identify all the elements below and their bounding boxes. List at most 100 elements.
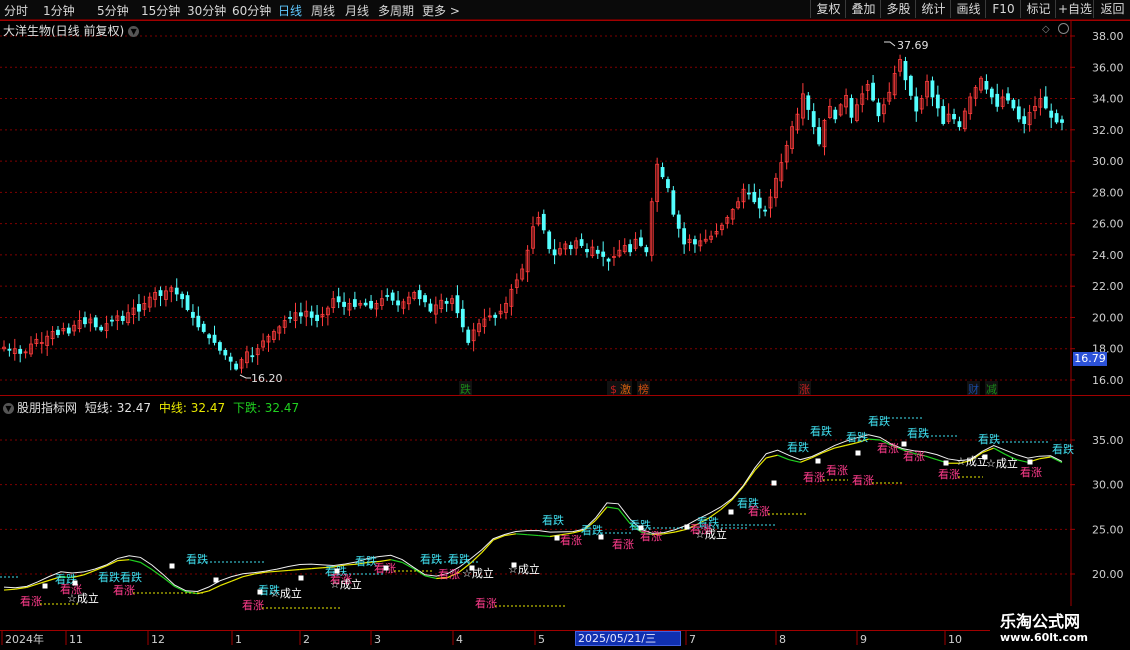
candle-body [601, 251, 606, 257]
candle-body [250, 355, 255, 358]
candle-body [212, 334, 217, 343]
signal-square [815, 458, 821, 464]
bullish-signal-label: 看涨 [242, 598, 264, 612]
date-tick-label: 3 [374, 633, 381, 646]
candle-body [158, 290, 163, 296]
bullish-signal-label: 看涨 [826, 463, 848, 477]
event-marker-label: 减 [986, 383, 997, 396]
bearish-signal-label: 看跌 [907, 426, 929, 440]
price-tick-label: 22.00 [1092, 280, 1124, 293]
signal-square [855, 450, 861, 456]
candle-body [455, 295, 460, 314]
chevron-down-icon[interactable]: ▼ [128, 26, 140, 37]
candle-body [120, 315, 125, 321]
candle-body [228, 356, 233, 362]
stock-title[interactable]: 大洋生物(日线 前复权) ▼ [3, 22, 140, 39]
event-marker-label: 跌 [460, 382, 471, 396]
event-marker-label: 榜 [638, 382, 649, 396]
candle-body [930, 80, 935, 98]
price-tick-label: 24.00 [1092, 249, 1124, 262]
chevron-down-icon[interactable]: ▼ [3, 403, 14, 414]
candle-body [752, 191, 757, 203]
candle-body [747, 192, 751, 195]
candle-body [369, 300, 373, 309]
bullish-signal-label: 看涨 [640, 529, 662, 543]
candle-body [1054, 113, 1059, 123]
bearish-signal-label: 看跌 [978, 432, 1000, 446]
date-tick-label: 10 [948, 633, 962, 646]
indicator-mid-segment [197, 590, 209, 595]
candle-body [196, 315, 201, 328]
signal-square [298, 575, 304, 581]
price-tick-label: 16.00 [1092, 374, 1124, 387]
indicator-mid-segment [925, 455, 938, 461]
indicator-mid-segment [413, 568, 426, 577]
indicator-mid-segment [527, 534, 539, 537]
event-markers: 跌 $ 激榜 涨 财减 [459, 381, 998, 396]
candle-body [693, 239, 697, 245]
candle-body [428, 303, 433, 312]
candle-body [876, 102, 881, 117]
candle-body [66, 327, 71, 334]
bullish-signal-label: 看涨 [1020, 465, 1042, 479]
indicator-mid-segment [788, 459, 801, 463]
candle-body [595, 249, 600, 254]
candle-body [185, 295, 190, 311]
bullish-signal-label: 看涨 [113, 583, 135, 597]
indicator-mid-segment [162, 577, 176, 587]
candle-body [56, 329, 60, 336]
signal-square [684, 524, 690, 530]
candlestick-series [2, 54, 1064, 374]
candle-body [207, 334, 212, 339]
candle-body [201, 323, 206, 332]
date-tick-label: 4 [456, 633, 463, 646]
stock-title-text: 大洋生物(日线 前复权) [3, 24, 125, 38]
signal-square [213, 577, 219, 583]
indicator-mid-segment [481, 539, 494, 553]
candle-body [806, 95, 811, 110]
candle-body [336, 296, 341, 303]
candle-body [568, 245, 573, 250]
diamond-icon[interactable]: ◇ [1042, 24, 1050, 35]
indicator-mid-segment [1039, 456, 1051, 460]
mid-line-value: 中线: 32.47 [158, 401, 226, 415]
candle-body [218, 342, 222, 351]
signal-square [257, 589, 263, 595]
date-tick-label: 8 [779, 633, 786, 646]
signal-square [169, 563, 175, 569]
candle-body [671, 190, 676, 215]
candle-body [1011, 99, 1016, 109]
price-tick-label: 36.00 [1092, 61, 1124, 74]
bearish-signal-label: 看跌 [810, 424, 832, 438]
confirm-signal-label: ☆成立 [270, 586, 302, 600]
indicator-title[interactable]: ▼ 股朋指标网 短线: 32.47 中线: 32.47 下跌: 32.47 [3, 399, 299, 416]
indicator-name: 股朋指标网 [17, 401, 78, 415]
indicator-mid-segment [242, 573, 255, 578]
indicator-mid-segment [1050, 456, 1063, 464]
candle-body [952, 114, 956, 120]
candle-body [914, 96, 919, 112]
candle-body [984, 80, 989, 90]
high-low-annotations: 37.69 16.20 [239, 39, 929, 385]
indicator-mid-segment [754, 457, 767, 471]
candle-body [903, 61, 908, 81]
circle-icon[interactable] [1058, 23, 1069, 34]
indicator-tick-label: 20.00 [1092, 568, 1124, 581]
signal-square [982, 454, 988, 460]
candle-body [298, 312, 303, 317]
confirm-signal-label: ☆成立 [462, 566, 494, 580]
signal-square [771, 480, 777, 486]
bullish-signal-label: 看涨 [852, 473, 874, 487]
candle-body [547, 231, 552, 250]
date-tick-label: 5 [538, 633, 545, 646]
indicator-mid-segment [766, 454, 778, 459]
indicator-mid-segment [742, 470, 756, 487]
bearish-signal-label: 看跌 [98, 570, 120, 584]
event-marker-label: 财 [968, 382, 979, 396]
candle-body [180, 293, 185, 300]
candle-body [935, 94, 940, 109]
candle-body [682, 228, 687, 245]
candle-body [396, 300, 400, 306]
bullish-signal-label: 看涨 [475, 596, 497, 610]
high-price-label: 37.69 [897, 39, 929, 52]
